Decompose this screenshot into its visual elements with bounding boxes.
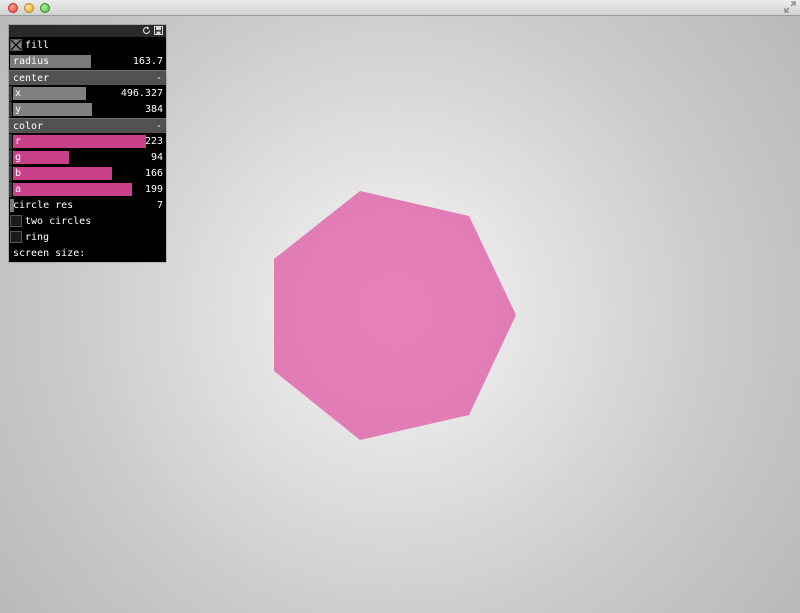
center-group-label: center [13, 73, 50, 84]
radius-label: radius [13, 56, 50, 67]
color-g-value: 94 [150, 152, 163, 163]
color-r-slider-fill [13, 135, 146, 148]
screen-size-readout: screen size: [9, 246, 166, 261]
two-circles-label: two circles [25, 216, 92, 227]
save-icon[interactable] [154, 26, 163, 35]
circle-res-slider[interactable]: circle res 7 [9, 198, 166, 213]
close-window-button[interactable] [8, 3, 18, 13]
two-circles-toggle[interactable]: two circles [9, 214, 166, 229]
center-collapse-button[interactable]: - [156, 73, 162, 84]
center-y-value: 384 [144, 104, 163, 115]
center-y-slider-fill [13, 103, 93, 116]
color-r-value: 223 [144, 136, 163, 147]
center-x-slider-fill [13, 87, 86, 100]
minimize-window-button[interactable] [24, 3, 34, 13]
center-x-label: x [15, 88, 22, 99]
fill-label: fill [25, 40, 50, 51]
color-a-label: a [15, 184, 22, 195]
center-y-label: y [15, 104, 22, 115]
color-g-label: g [15, 152, 22, 163]
color-group-header[interactable]: color - [9, 118, 166, 133]
check-x-icon [11, 40, 21, 50]
gui-panel: fill radius 163.7 center - x 496.327 y 3… [9, 25, 166, 262]
center-x-value: 496.327 [120, 88, 163, 99]
color-b-label: b [15, 168, 22, 179]
color-b-value: 166 [144, 168, 163, 179]
color-a-slider-fill [13, 183, 132, 196]
refresh-icon[interactable] [142, 26, 151, 35]
fill-toggle[interactable]: fill [9, 38, 166, 53]
color-g-slider-fill [13, 151, 70, 164]
center-group-header[interactable]: center - [9, 70, 166, 85]
circle-res-label: circle res [13, 200, 74, 211]
radius-value: 163.7 [132, 56, 163, 67]
ring-label: ring [25, 232, 50, 243]
fill-checkbox[interactable] [10, 39, 22, 51]
color-g-slider[interactable]: g 94 [9, 150, 166, 165]
center-x-slider[interactable]: x 496.327 [9, 86, 166, 101]
color-a-value: 199 [144, 184, 163, 195]
color-r-label: r [15, 136, 22, 147]
ring-checkbox[interactable] [10, 231, 22, 243]
color-collapse-button[interactable]: - [156, 121, 162, 132]
screen-size-label: screen size: [13, 248, 86, 259]
color-group-label: color [13, 121, 44, 132]
circle-res-value: 7 [156, 200, 163, 211]
color-b-slider-fill [13, 167, 112, 180]
fullscreen-arrows-icon[interactable] [784, 1, 796, 13]
color-b-slider[interactable]: b 166 [9, 166, 166, 181]
center-y-slider[interactable]: y 384 [9, 102, 166, 117]
two-circles-checkbox[interactable] [10, 215, 22, 227]
color-a-slider[interactable]: a 199 [9, 182, 166, 197]
ring-toggle[interactable]: ring [9, 230, 166, 245]
color-r-slider[interactable]: r 223 [9, 134, 166, 149]
radius-slider[interactable]: radius 163.7 [9, 54, 166, 69]
panel-header[interactable] [9, 25, 166, 37]
zoom-window-button[interactable] [40, 3, 50, 13]
window-titlebar [0, 0, 800, 16]
